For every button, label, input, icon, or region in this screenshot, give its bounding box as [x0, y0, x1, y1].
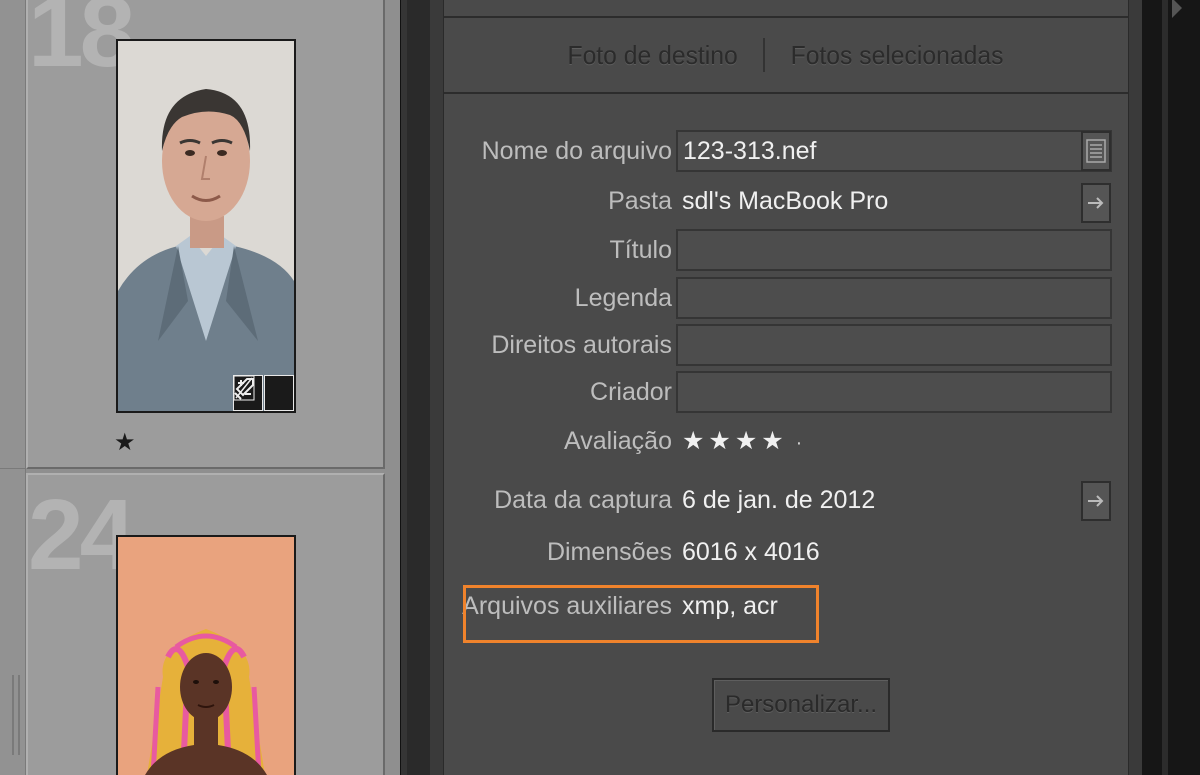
title-label: Título: [609, 236, 672, 264]
creator-field[interactable]: [676, 371, 1112, 413]
row-dimensions: Dimensões 6016 x 4016: [444, 531, 1130, 573]
capture-date-value: 6 de jan. de 2012: [682, 486, 876, 514]
photo-thumbnail-man[interactable]: [116, 39, 296, 413]
row-filename: Nome do arquivo 123-313.nef: [444, 130, 1130, 172]
dimensions-value: 6016 x 4016: [682, 538, 820, 566]
rating-stars[interactable]: ★★★★ ·: [682, 420, 806, 462]
caption-input[interactable]: [678, 279, 1110, 317]
resize-grip[interactable]: [12, 675, 14, 755]
panel-divider[interactable]: [400, 0, 432, 775]
rating-label: Avaliação: [564, 427, 672, 455]
creator-label: Criador: [590, 378, 672, 406]
customize-button[interactable]: Personalizar...: [712, 678, 890, 732]
capture-date-label: Data da captura: [494, 486, 672, 514]
metadata-panel: Foto de destino Fotos selecionadas Nome …: [430, 0, 1142, 775]
copyright-label: Direitos autorais: [491, 331, 672, 359]
develop-adjustments-icon: [233, 375, 294, 411]
go-to-arrow-icon[interactable]: [1081, 481, 1111, 521]
row-caption: Legenda: [444, 277, 1130, 319]
filename-value: 123-313.nef: [683, 137, 817, 165]
tab-separator: [762, 38, 765, 72]
row-capture-date: Data da captura 6 de jan. de 2012: [444, 479, 1130, 521]
rating-empty-dot[interactable]: ·: [796, 432, 807, 454]
tab-target-photo[interactable]: Foto de destino: [549, 40, 757, 71]
portrait-man-image: [118, 41, 294, 411]
grid-cell[interactable]: 18 ★: [26, 0, 385, 469]
resize-grip[interactable]: [18, 675, 20, 755]
right-panel-edge: [1142, 0, 1200, 775]
filename-label: Nome do arquivo: [481, 137, 672, 165]
list-icon[interactable]: [1081, 131, 1111, 171]
scrollbar-track[interactable]: [1162, 0, 1168, 775]
title-input[interactable]: [678, 231, 1110, 269]
caption-field[interactable]: [676, 277, 1112, 319]
metadata-panel-body: Foto de destino Fotos selecionadas Nome …: [443, 0, 1129, 775]
copyright-input[interactable]: [678, 326, 1110, 364]
title-field[interactable]: [676, 229, 1112, 271]
highlight-box: [463, 585, 819, 643]
thumbnail-rating-star[interactable]: ★: [114, 428, 136, 456]
panel-header-strip: [444, 0, 1128, 18]
creator-input[interactable]: [678, 373, 1110, 411]
photo-thumbnail-woman[interactable]: [116, 535, 296, 775]
portrait-woman-image: [118, 537, 294, 775]
rating-value: ★★★★: [682, 427, 788, 455]
filmstrip-grid: 18 ★ 24: [0, 0, 400, 775]
folder-value: sdl's MacBook Pro: [682, 187, 889, 215]
row-rating: Avaliação ★★★★ ·: [444, 420, 1130, 462]
row-copyright: Direitos autorais: [444, 324, 1130, 366]
folder-label: Pasta: [608, 187, 672, 215]
filename-field[interactable]: 123-313.nef: [676, 130, 1112, 172]
caption-label: Legenda: [574, 284, 672, 312]
row-title: Título: [444, 229, 1130, 271]
collapse-panel-icon[interactable]: [1172, 0, 1182, 18]
go-to-arrow-icon[interactable]: [1081, 183, 1111, 223]
copyright-field[interactable]: [676, 324, 1112, 366]
metadata-target-tabs: Foto de destino Fotos selecionadas: [444, 18, 1128, 94]
dimensions-label: Dimensões: [546, 538, 672, 566]
row-creator: Criador: [444, 371, 1130, 413]
grid-cell[interactable]: 24: [26, 473, 385, 775]
row-folder: Pasta sdl's MacBook Pro: [444, 180, 1130, 223]
thumbnail-badges: [233, 375, 294, 411]
tab-selected-photos[interactable]: Fotos selecionadas: [771, 40, 1022, 71]
grid-left-strip: [0, 0, 26, 775]
